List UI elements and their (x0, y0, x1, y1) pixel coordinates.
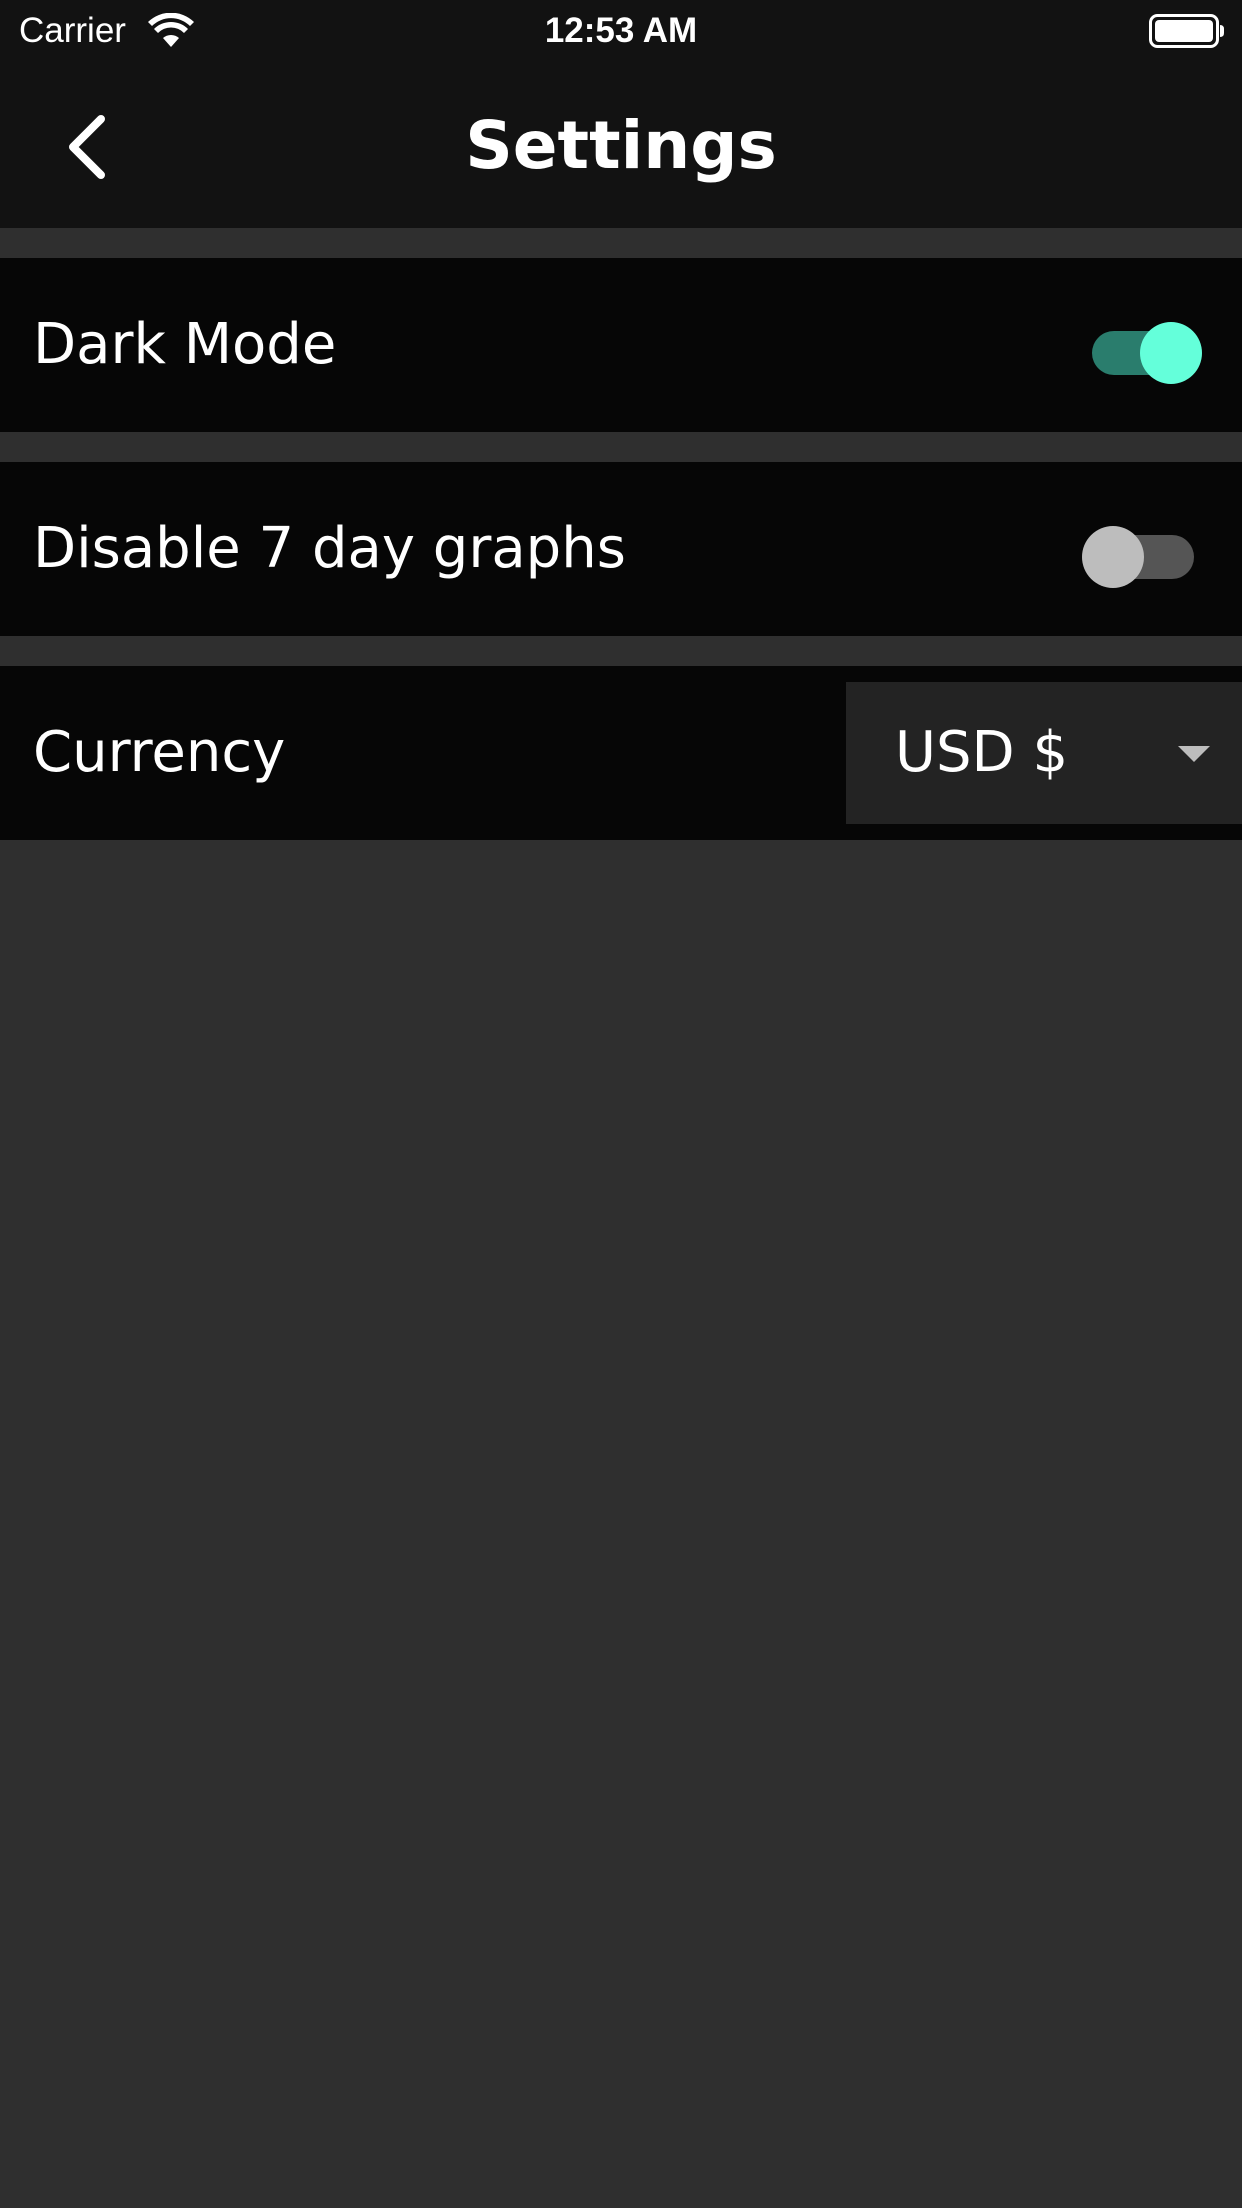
caret-down-icon (1178, 746, 1210, 762)
dark-mode-row: Dark Mode (0, 258, 1242, 432)
dark-mode-toggle[interactable] (1082, 310, 1202, 384)
dark-mode-label: Dark Mode (33, 312, 337, 377)
currency-value: USD $ (895, 720, 1069, 785)
page-title: Settings (465, 107, 777, 184)
battery-icon (1149, 14, 1224, 48)
toggle-thumb (1140, 322, 1202, 384)
currency-row: Currency USD $ (0, 666, 1242, 840)
header: Carrier 12:53 AM Settings (0, 0, 1242, 228)
disable-graphs-label: Disable 7 day graphs (33, 516, 626, 581)
nav-bar: Settings (0, 62, 1242, 228)
toggle-thumb (1082, 526, 1144, 588)
clock: 12:53 AM (544, 11, 698, 50)
currency-label: Currency (33, 720, 286, 785)
disable-graphs-toggle[interactable] (1082, 514, 1202, 588)
status-bar: Carrier 12:53 AM (0, 0, 1242, 62)
disable-graphs-row: Disable 7 day graphs (0, 462, 1242, 636)
currency-dropdown[interactable]: USD $ (846, 682, 1242, 824)
